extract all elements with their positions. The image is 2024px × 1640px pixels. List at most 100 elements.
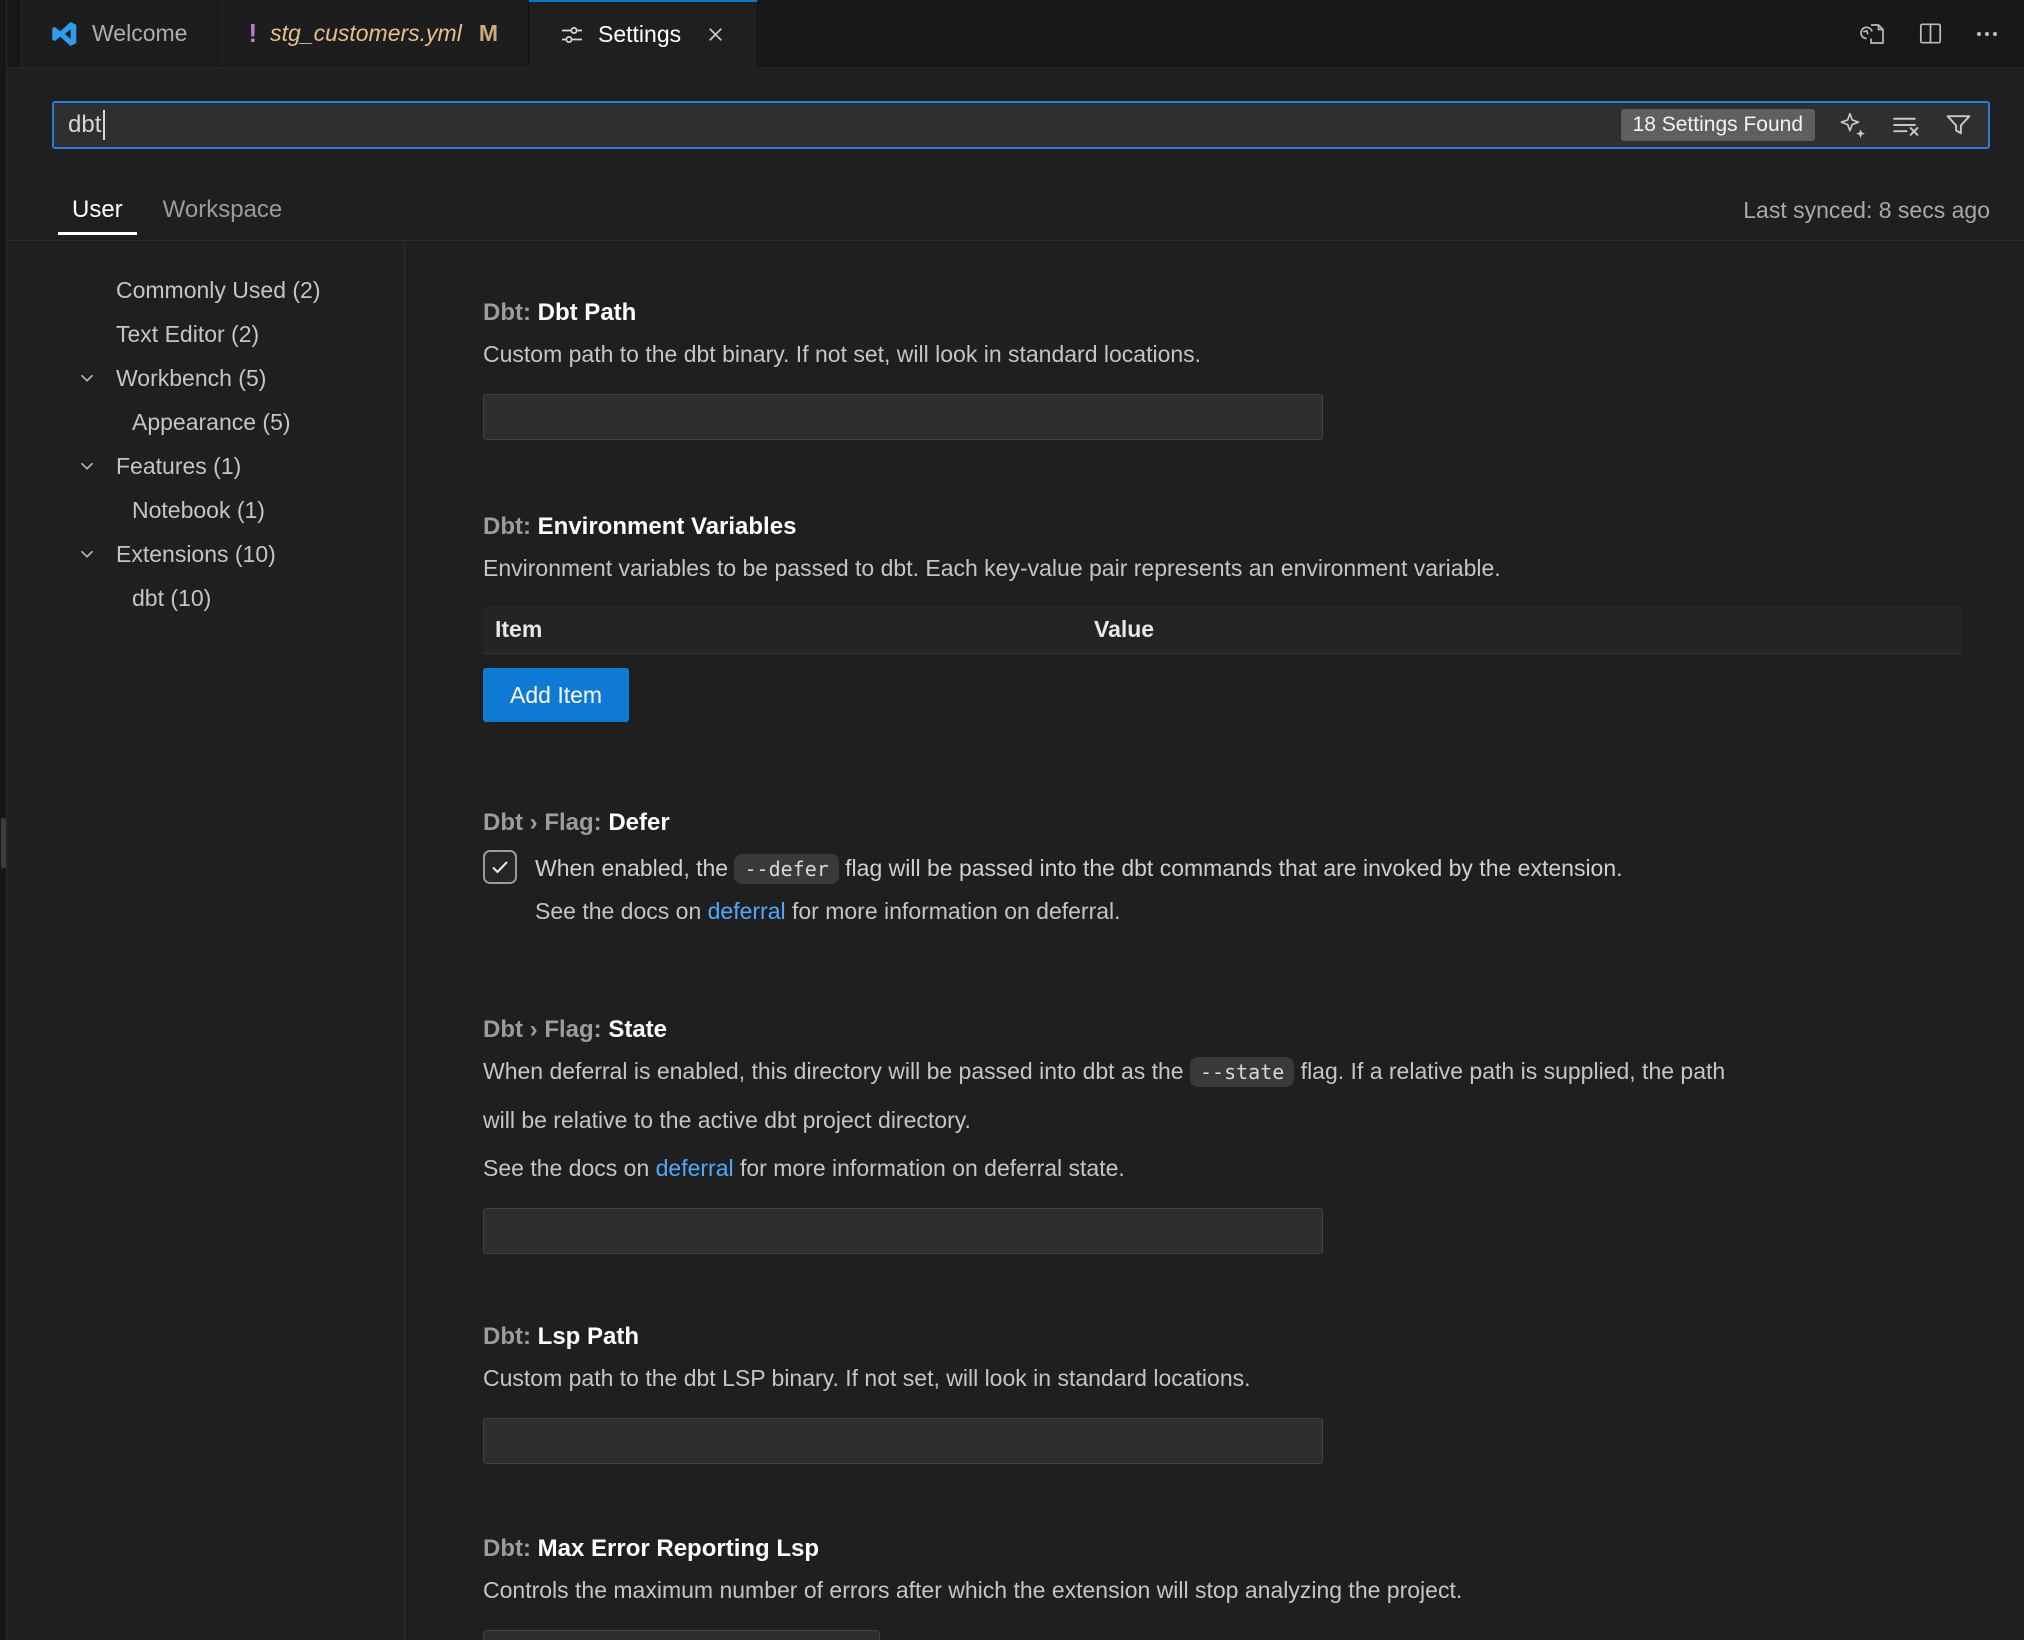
setting-category: Dbt:	[483, 1323, 538, 1350]
settings-sliders-icon	[559, 22, 585, 48]
text-caret	[103, 110, 105, 140]
setting-title: Dbt: Dbt Path	[483, 296, 1962, 330]
filter-settings-icon[interactable]	[1943, 110, 1974, 141]
desc-text: When enabled, the	[535, 855, 734, 881]
rail-scroll-thumb[interactable]	[1, 818, 6, 868]
lsp-path-input[interactable]	[483, 1418, 1323, 1464]
state-description: When deferral is enabled, this directory…	[483, 1047, 1962, 1144]
setting-lsp-path: Dbt: Lsp Path Custom path to the dbt LSP…	[483, 1320, 1962, 1464]
env-table-header: Item Value	[483, 606, 1962, 654]
desc-text: flag. If a relative path is supplied, th…	[1294, 1058, 1725, 1084]
desc-text: will be relative to the active dbt proje…	[483, 1107, 971, 1133]
vscode-logo-icon	[49, 19, 79, 49]
settings-toc: Commonly Used (2) Text Editor (2) Workbe…	[0, 242, 405, 1640]
toc-label: Features (1)	[116, 453, 241, 480]
toc-item-features[interactable]: Features (1)	[0, 444, 404, 488]
scope-workspace-label: Workspace	[163, 196, 283, 224]
setting-description: Custom path to the dbt LSP binary. If no…	[483, 1354, 1962, 1402]
docs-text: for more information on deferral.	[786, 898, 1121, 924]
open-settings-json-icon[interactable]	[1859, 19, 1889, 49]
column-item: Item	[483, 616, 1082, 643]
toc-item-workbench[interactable]: Workbench (5)	[0, 356, 404, 400]
tab-settings-label: Settings	[598, 21, 681, 48]
setting-title: Dbt: Max Error Reporting Lsp	[483, 1532, 1962, 1566]
toc-item-appearance[interactable]: Appearance (5)	[0, 400, 404, 444]
tab-welcome-label: Welcome	[92, 20, 187, 47]
toc-item-notebook[interactable]: Notebook (1)	[0, 488, 404, 532]
settings-search-input[interactable]: dbt 18 Settings Found	[52, 101, 1990, 149]
tab-stg-customers-yml[interactable]: ! stg_customers.yml M	[218, 0, 529, 67]
state-path-input[interactable]	[483, 1208, 1323, 1254]
setting-name: Max Error Reporting Lsp	[538, 1535, 819, 1562]
defer-docs-line: See the docs on deferral for more inform…	[535, 887, 1962, 935]
setting-name: Defer	[608, 809, 669, 836]
desc-text: When deferral is enabled, this directory…	[483, 1058, 1190, 1084]
setting-title: Dbt › Flag: State	[483, 1013, 1962, 1047]
clear-search-icon[interactable]	[1890, 110, 1921, 141]
editor-tab-bar: Welcome ! stg_customers.yml M Settings	[0, 0, 2024, 68]
git-modified-badge: M	[479, 20, 498, 47]
settings-scope-row: User Workspace Last synced: 8 secs ago	[0, 180, 2024, 241]
setting-description: Controls the maximum number of errors af…	[483, 1566, 1962, 1614]
setting-name: State	[608, 1016, 667, 1043]
settings-list: Dbt: Dbt Path Custom path to the dbt bin…	[405, 242, 2024, 1640]
setting-title: Dbt: Environment Variables	[483, 510, 1962, 544]
toc-label: Appearance (5)	[132, 409, 291, 436]
toc-item-commonly-used[interactable]: Commonly Used (2)	[0, 268, 404, 312]
close-tab-icon[interactable]	[704, 23, 727, 46]
setting-max-error-reporting-lsp: Dbt: Max Error Reporting Lsp Controls th…	[483, 1532, 1962, 1640]
toc-item-extensions[interactable]: Extensions (10)	[0, 532, 404, 576]
settings-found-badge: 18 Settings Found	[1621, 109, 1815, 141]
scope-user-label: User	[72, 196, 123, 224]
defer-description: When enabled, the --defer flag will be p…	[535, 850, 1623, 887]
toc-label: Workbench (5)	[116, 365, 266, 392]
state-flag-code: --state	[1190, 1057, 1294, 1087]
more-actions-icon[interactable]	[1972, 19, 2002, 49]
setting-title: Dbt › Flag: Defer	[483, 806, 1962, 840]
setting-title: Dbt: Lsp Path	[483, 1320, 1962, 1354]
split-editor-icon[interactable]	[1916, 19, 1945, 48]
docs-text: See the docs on	[535, 898, 708, 924]
toc-label: Text Editor (2)	[116, 321, 259, 348]
defer-checkbox[interactable]	[483, 850, 517, 884]
toc-label: dbt (10)	[132, 585, 211, 612]
left-rail	[0, 0, 7, 1640]
setting-category: Dbt › Flag:	[483, 1016, 608, 1043]
toc-label: Extensions (10)	[116, 541, 276, 568]
tab-file-label: stg_customers.yml	[270, 20, 462, 47]
search-query-text: dbt	[68, 111, 101, 139]
deferral-docs-link[interactable]: deferral	[708, 898, 786, 924]
setting-flag-defer: Dbt › Flag: Defer When enabled, the --de…	[483, 806, 1962, 935]
dbt-path-input[interactable]	[483, 394, 1323, 440]
tab-settings[interactable]: Settings	[529, 0, 758, 67]
setting-category: Dbt:	[483, 299, 538, 326]
scope-tab-user[interactable]: User	[58, 180, 137, 240]
scope-tab-workspace[interactable]: Workspace	[149, 180, 297, 240]
deferral-docs-link[interactable]: deferral	[656, 1155, 734, 1181]
defer-flag-code: --defer	[734, 854, 838, 884]
setting-environment-variables: Dbt: Environment Variables Environment v…	[483, 510, 1962, 722]
toc-item-text-editor[interactable]: Text Editor (2)	[0, 312, 404, 356]
state-docs-line: See the docs on deferral for more inform…	[483, 1144, 1962, 1192]
settings-search-section: dbt 18 Settings Found	[0, 68, 2024, 180]
setting-name: Environment Variables	[538, 513, 797, 540]
toc-item-dbt[interactable]: dbt (10)	[0, 576, 404, 620]
tab-welcome[interactable]: Welcome	[18, 0, 218, 67]
docs-text: for more information on deferral state.	[734, 1155, 1125, 1181]
setting-flag-state: Dbt › Flag: State When deferral is enabl…	[483, 1013, 1962, 1254]
setting-category: Dbt:	[483, 513, 538, 540]
setting-description: Custom path to the dbt binary. If not se…	[483, 330, 1962, 378]
env-variables-table: Item Value	[483, 606, 1962, 654]
ai-search-sparkle-icon[interactable]	[1837, 110, 1868, 141]
chevron-down-icon	[76, 543, 116, 565]
add-item-button[interactable]: Add Item	[483, 668, 629, 722]
toc-label: Notebook (1)	[132, 497, 265, 524]
defer-checkbox-row: When enabled, the --defer flag will be p…	[483, 850, 1962, 887]
setting-name: Lsp Path	[538, 1323, 639, 1350]
setting-dbt-path: Dbt: Dbt Path Custom path to the dbt bin…	[483, 296, 1962, 440]
setting-name: Dbt Path	[538, 299, 637, 326]
docs-text: See the docs on	[483, 1155, 656, 1181]
max-error-reporting-input[interactable]	[483, 1630, 880, 1640]
yaml-file-icon: !	[248, 18, 257, 49]
chevron-down-icon	[76, 367, 116, 389]
